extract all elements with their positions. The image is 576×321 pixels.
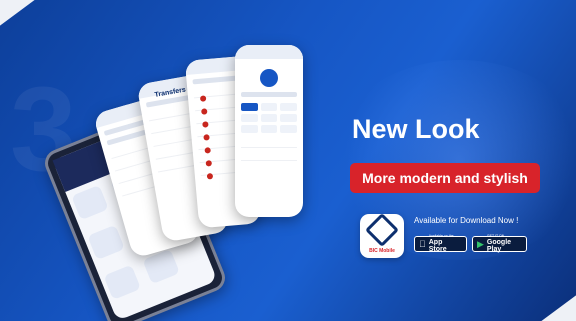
app-store-big: App Store [422, 239, 456, 253]
bic-logo-icon [365, 213, 399, 247]
play-icon: ▶ [477, 238, 484, 249]
headline: New Look [352, 114, 480, 144]
bank-logo-icon [206, 173, 214, 180]
promo-banner: 3 Transfers New Look More modern and sty… [0, 0, 576, 321]
phone-logo-icon [260, 69, 278, 87]
phone-line [241, 92, 297, 97]
amount-grid [241, 103, 297, 133]
phone-row [241, 139, 297, 148]
app-icon[interactable]: BIC Mobile [360, 213, 404, 258]
apple-icon:  [419, 239, 426, 249]
phone-tile [71, 184, 109, 221]
phone-tile [103, 264, 141, 300]
cta-banner: More modern and stylish [350, 163, 540, 193]
download-text: Available for Download Now ! [414, 216, 519, 225]
app-name: BIC Mobile [369, 248, 395, 254]
phone-row [241, 152, 297, 161]
app-store-badge[interactable]:  Available on the App Store [414, 235, 467, 253]
phone-mockup-amount [235, 45, 303, 217]
google-play-big: Google Play [486, 238, 512, 253]
google-play-badge[interactable]: ▶ GET IT ON Google Play [472, 235, 527, 253]
phone-status-bar [235, 45, 303, 59]
phone-tile [87, 224, 125, 261]
